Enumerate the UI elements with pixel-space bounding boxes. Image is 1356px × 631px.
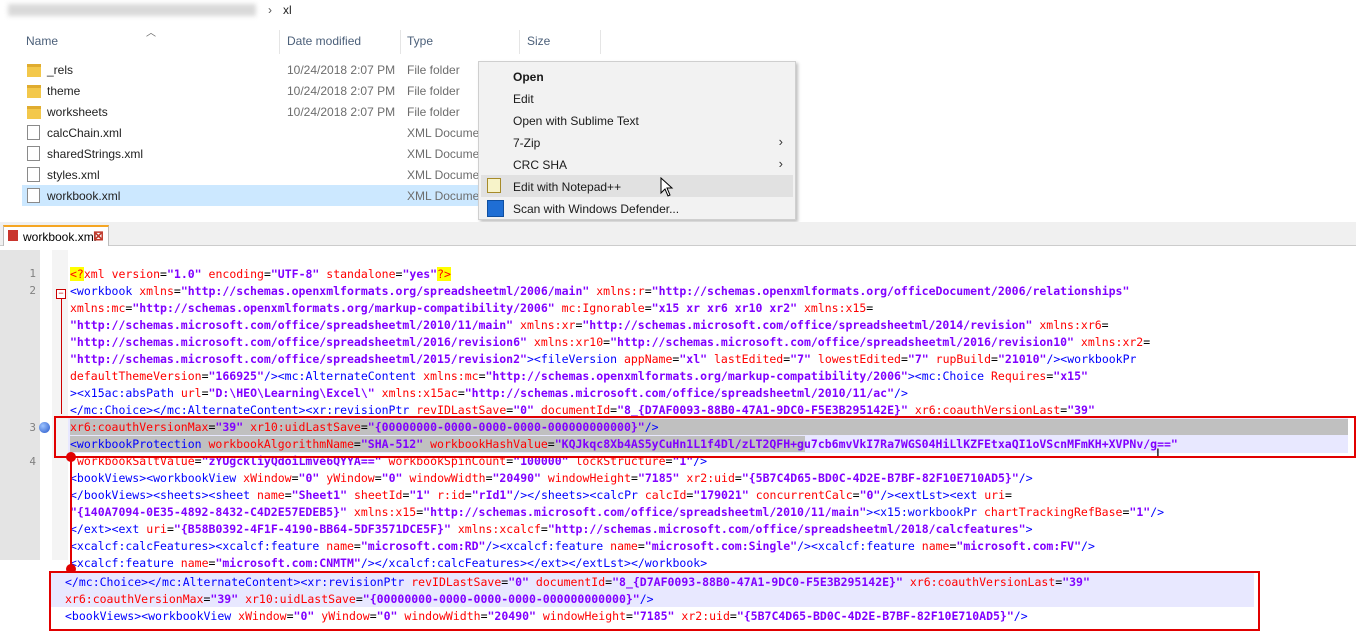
code-line[interactable]: <xcalcf:feature name="microsoft.com:CNMT…: [70, 555, 707, 572]
line-number: 3: [29, 421, 36, 434]
column-type[interactable]: Type: [407, 34, 433, 48]
file-type: XML Docume: [407, 168, 480, 182]
close-tab-icon[interactable]: ⊠: [93, 228, 104, 244]
menu-item-label: Open: [513, 70, 544, 84]
menu-item-label: Edit with Notepad++: [513, 180, 622, 194]
mouse-cursor-icon: [660, 177, 674, 197]
code-line[interactable]: <bookViews><workbookView xWindow="0" yWi…: [70, 470, 1033, 487]
file-name: worksheets: [47, 105, 108, 119]
file-name: theme: [47, 84, 81, 98]
code-line[interactable]: ><x15ac:absPath url="D:\HEO\Learning\Exc…: [70, 385, 908, 402]
menu-item-edit[interactable]: Edit: [481, 87, 793, 109]
menu-item-open-with-sublime-text[interactable]: Open with Sublime Text: [481, 109, 793, 131]
folder-icon: [27, 85, 41, 98]
menu-item-label: Edit: [513, 92, 534, 106]
folder-row[interactable]: _rels 10/24/2018 2:07 PM File folder: [22, 59, 478, 80]
code-line[interactable]: "http://schemas.microsoft.com/office/spr…: [70, 351, 1136, 368]
code-line[interactable]: <xcalcf:calcFeatures><xcalcf:feature nam…: [70, 538, 1095, 555]
context-menu: Open Edit Open with Sublime Text 7-Zip › CRC …: [478, 61, 796, 220]
column-divider[interactable]: [519, 30, 520, 54]
line-number: 2: [29, 284, 36, 297]
column-header: Name Date modified Type Size: [0, 30, 808, 54]
bookmark-icon[interactable]: [39, 422, 50, 433]
highlight-box-protection: [54, 416, 1356, 458]
code-line[interactable]: "http://schemas.microsoft.com/office/spr…: [70, 334, 1150, 351]
connector-line: [70, 460, 72, 568]
file-date: 10/24/2018 2:07 PM: [287, 63, 396, 77]
file-row[interactable]: sharedStrings.xml XML Docume: [22, 143, 480, 164]
xml-file-icon: [27, 146, 40, 161]
column-divider[interactable]: [279, 30, 280, 54]
chevron-right-icon: ›: [268, 3, 272, 17]
tab-label: workbook.xml: [23, 230, 97, 244]
highlight-box-zoom: [49, 571, 1260, 631]
menu-item-crc-sha[interactable]: CRC SHA ›: [481, 153, 793, 175]
notepad-plus-plus-editor: workbook.xml ⊠ <?xml version="1.0" encod…: [0, 222, 1356, 570]
menu-item-label: 7-Zip: [513, 136, 541, 150]
file-name: calcChain.xml: [47, 126, 122, 140]
line-number: 1: [29, 267, 36, 280]
menu-item-scan-with-windows-defender[interactable]: Scan with Windows Defender...: [481, 197, 793, 219]
file-type: XML Docume: [407, 147, 480, 161]
folder-row[interactable]: theme 10/24/2018 2:07 PM File folder: [22, 80, 478, 101]
chevron-right-icon: ›: [778, 134, 783, 149]
column-divider[interactable]: [400, 30, 401, 54]
tab-workbook-xml[interactable]: workbook.xml ⊠: [3, 225, 109, 246]
menu-item-edit-with-notepad[interactable]: Edit with Notepad++: [481, 175, 793, 197]
code-line[interactable]: </bookViews><sheets><sheet name="Sheet1"…: [70, 487, 1012, 504]
fold-line: [61, 299, 62, 414]
file-type: XML Docume: [407, 126, 480, 140]
file-name: workbook.xml: [47, 189, 121, 203]
folder-icon: [27, 106, 41, 119]
file-type: File folder: [407, 84, 460, 98]
file-row[interactable]: calcChain.xml XML Docume: [22, 122, 480, 143]
folder-icon: [27, 64, 41, 77]
file-date: 10/24/2018 2:07 PM: [287, 84, 396, 98]
file-type: File folder: [407, 105, 460, 119]
column-name[interactable]: Name: [26, 34, 58, 48]
menu-item-open[interactable]: Open: [481, 65, 793, 87]
file-name: _rels: [47, 63, 74, 77]
column-divider[interactable]: [600, 30, 601, 54]
file-type: XML Docume: [407, 189, 480, 203]
code-line[interactable]: xmlns:mc="http://schemas.openxmlformats.…: [70, 300, 873, 317]
file-name: styles.xml: [47, 168, 100, 182]
file-date: 10/24/2018 2:07 PM: [287, 105, 396, 119]
breadcrumb-current[interactable]: xl: [283, 3, 292, 17]
code-line[interactable]: defaultThemeVersion="166925"/><mc:Altern…: [70, 368, 1088, 385]
code-line[interactable]: </ext><ext uri="{B58B0392-4F1F-4190-BB64…: [70, 521, 1033, 538]
tab-bar: workbook.xml ⊠: [0, 222, 1356, 246]
xml-file-icon: [27, 125, 40, 140]
notepad-plus-plus-icon: [487, 178, 501, 193]
fold-collapse-icon[interactable]: −: [56, 289, 66, 299]
code-line[interactable]: <workbook xmlns="http://schemas.openxmlf…: [70, 283, 1129, 300]
code-line[interactable]: "{140A7094-0E35-4892-8432-C4D2E57EDEB5}"…: [70, 504, 1164, 521]
menu-item-label: CRC SHA: [513, 158, 568, 172]
file-row[interactable]: styles.xml XML Docume: [22, 164, 480, 185]
windows-defender-icon: [487, 200, 504, 217]
menu-item-label: Open with Sublime Text: [513, 114, 639, 128]
xml-file-icon: [27, 188, 40, 203]
code-line[interactable]: "http://schemas.microsoft.com/office/spr…: [70, 317, 1109, 334]
file-saved-icon: [8, 230, 18, 241]
file-name: sharedStrings.xml: [47, 147, 144, 161]
code-line[interactable]: <?xml version="1.0" encoding="UTF-8" sta…: [70, 266, 451, 283]
file-row[interactable]: workbook.xml XML Docume: [22, 185, 480, 206]
menu-item-7-zip[interactable]: 7-Zip ›: [481, 131, 793, 153]
column-date[interactable]: Date modified: [287, 34, 361, 48]
file-type: File folder: [407, 63, 460, 77]
line-number: 4: [29, 455, 36, 468]
breadcrumb-path-blurred: [8, 4, 256, 16]
folder-row[interactable]: worksheets 10/24/2018 2:07 PM File folder: [22, 101, 478, 122]
xml-file-icon: [27, 167, 40, 182]
column-size[interactable]: Size: [527, 34, 550, 48]
chevron-right-icon: ›: [778, 156, 783, 171]
menu-item-label: Scan with Windows Defender...: [513, 202, 680, 216]
breadcrumb[interactable]: › xl: [0, 0, 808, 22]
